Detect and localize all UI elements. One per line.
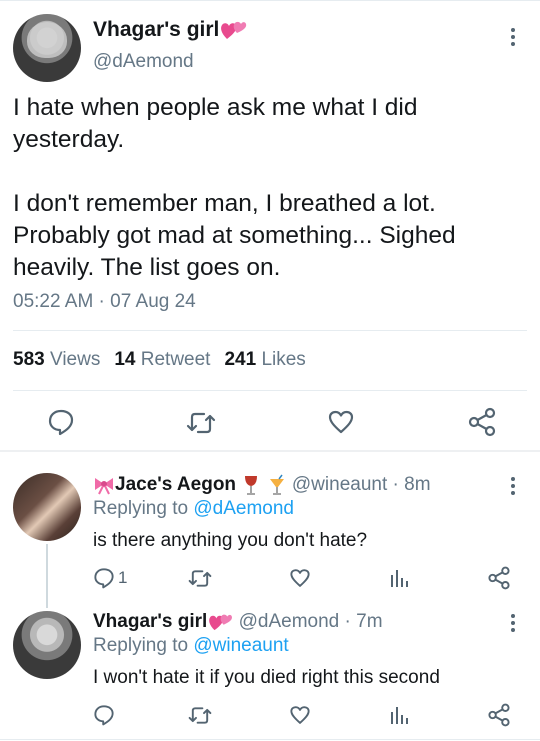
divider — [13, 390, 527, 391]
reply-avatar[interactable] — [13, 611, 81, 679]
likes-label[interactable]: Likes — [261, 349, 305, 370]
bottom-divider — [0, 739, 540, 740]
likes-count[interactable]: 241 — [224, 349, 256, 370]
thread-line — [46, 544, 48, 608]
reply-icon[interactable] — [93, 704, 115, 726]
heart-emoji-icon — [209, 614, 233, 631]
reply-icon[interactable] — [47, 408, 75, 436]
ribbon-emoji-icon — [95, 477, 113, 495]
share-icon[interactable] — [487, 703, 511, 727]
views-label[interactable]: Views — [50, 349, 100, 370]
tweet-text: I hate when people ask me what I did yes… — [13, 94, 456, 281]
reply-icon[interactable] — [93, 567, 115, 589]
share-icon[interactable] — [487, 566, 511, 590]
retweet-count[interactable]: 14 — [114, 349, 135, 370]
analytics-icon[interactable] — [389, 704, 409, 726]
wine-glass-emoji-icon — [245, 475, 258, 495]
tropical-drink-emoji-icon — [269, 474, 284, 495]
section-divider — [0, 450, 540, 452]
reply-age[interactable]: · 8m — [393, 474, 431, 495]
author-handle[interactable]: @dAemond — [93, 50, 194, 74]
top-divider — [0, 0, 540, 1]
replying-to: Replying to @wineaunt — [93, 635, 289, 656]
analytics-icon[interactable] — [389, 567, 409, 589]
retweet-icon[interactable] — [186, 410, 216, 436]
views-count[interactable]: 583 — [13, 349, 45, 370]
like-icon[interactable] — [327, 408, 355, 436]
reply-age[interactable]: · 7m — [345, 611, 383, 632]
reply-header: Jace's Aegon @wineaunt · 8m — [93, 473, 431, 497]
replying-to-link[interactable]: @dAemond — [193, 498, 294, 519]
reply-avatar[interactable] — [13, 473, 81, 541]
retweet-label[interactable]: Retweet — [141, 349, 211, 370]
reply-author-handle[interactable]: @wineaunt — [292, 474, 387, 495]
replying-to: Replying to @dAemond — [93, 498, 294, 519]
reply-author-name[interactable]: Vhagar's girl — [93, 611, 207, 632]
reply-count: 1 — [118, 568, 128, 587]
reply-author-name[interactable]: Jace's Aegon — [115, 474, 236, 495]
tweet-stats: 583 Views 14 Retweet 241 Likes — [13, 349, 306, 371]
author-name[interactable]: Vhagar's girl — [93, 17, 247, 43]
replying-to-link[interactable]: @wineaunt — [193, 635, 288, 656]
retweet-icon[interactable] — [188, 568, 212, 589]
like-icon[interactable] — [289, 704, 311, 726]
reply-text: I won't hate it if you died right this s… — [93, 667, 440, 688]
share-icon[interactable] — [467, 407, 497, 437]
heart-emoji-icon — [221, 22, 247, 40]
reply-author-handle[interactable]: @dAemond — [239, 611, 340, 632]
author-avatar[interactable] — [13, 14, 81, 82]
more-options-icon[interactable] — [510, 28, 516, 49]
reply-text: is there anything you don't hate? — [93, 530, 368, 551]
more-options-icon[interactable] — [510, 614, 516, 635]
more-options-icon[interactable] — [510, 477, 516, 498]
reply-header: Vhagar's girl @dAemond · 7m — [93, 610, 383, 634]
like-icon[interactable] — [289, 567, 311, 589]
tweet-timestamp[interactable]: 05:22 AM · 07 Aug 24 — [13, 291, 196, 313]
retweet-icon[interactable] — [188, 705, 212, 726]
divider — [13, 330, 527, 331]
